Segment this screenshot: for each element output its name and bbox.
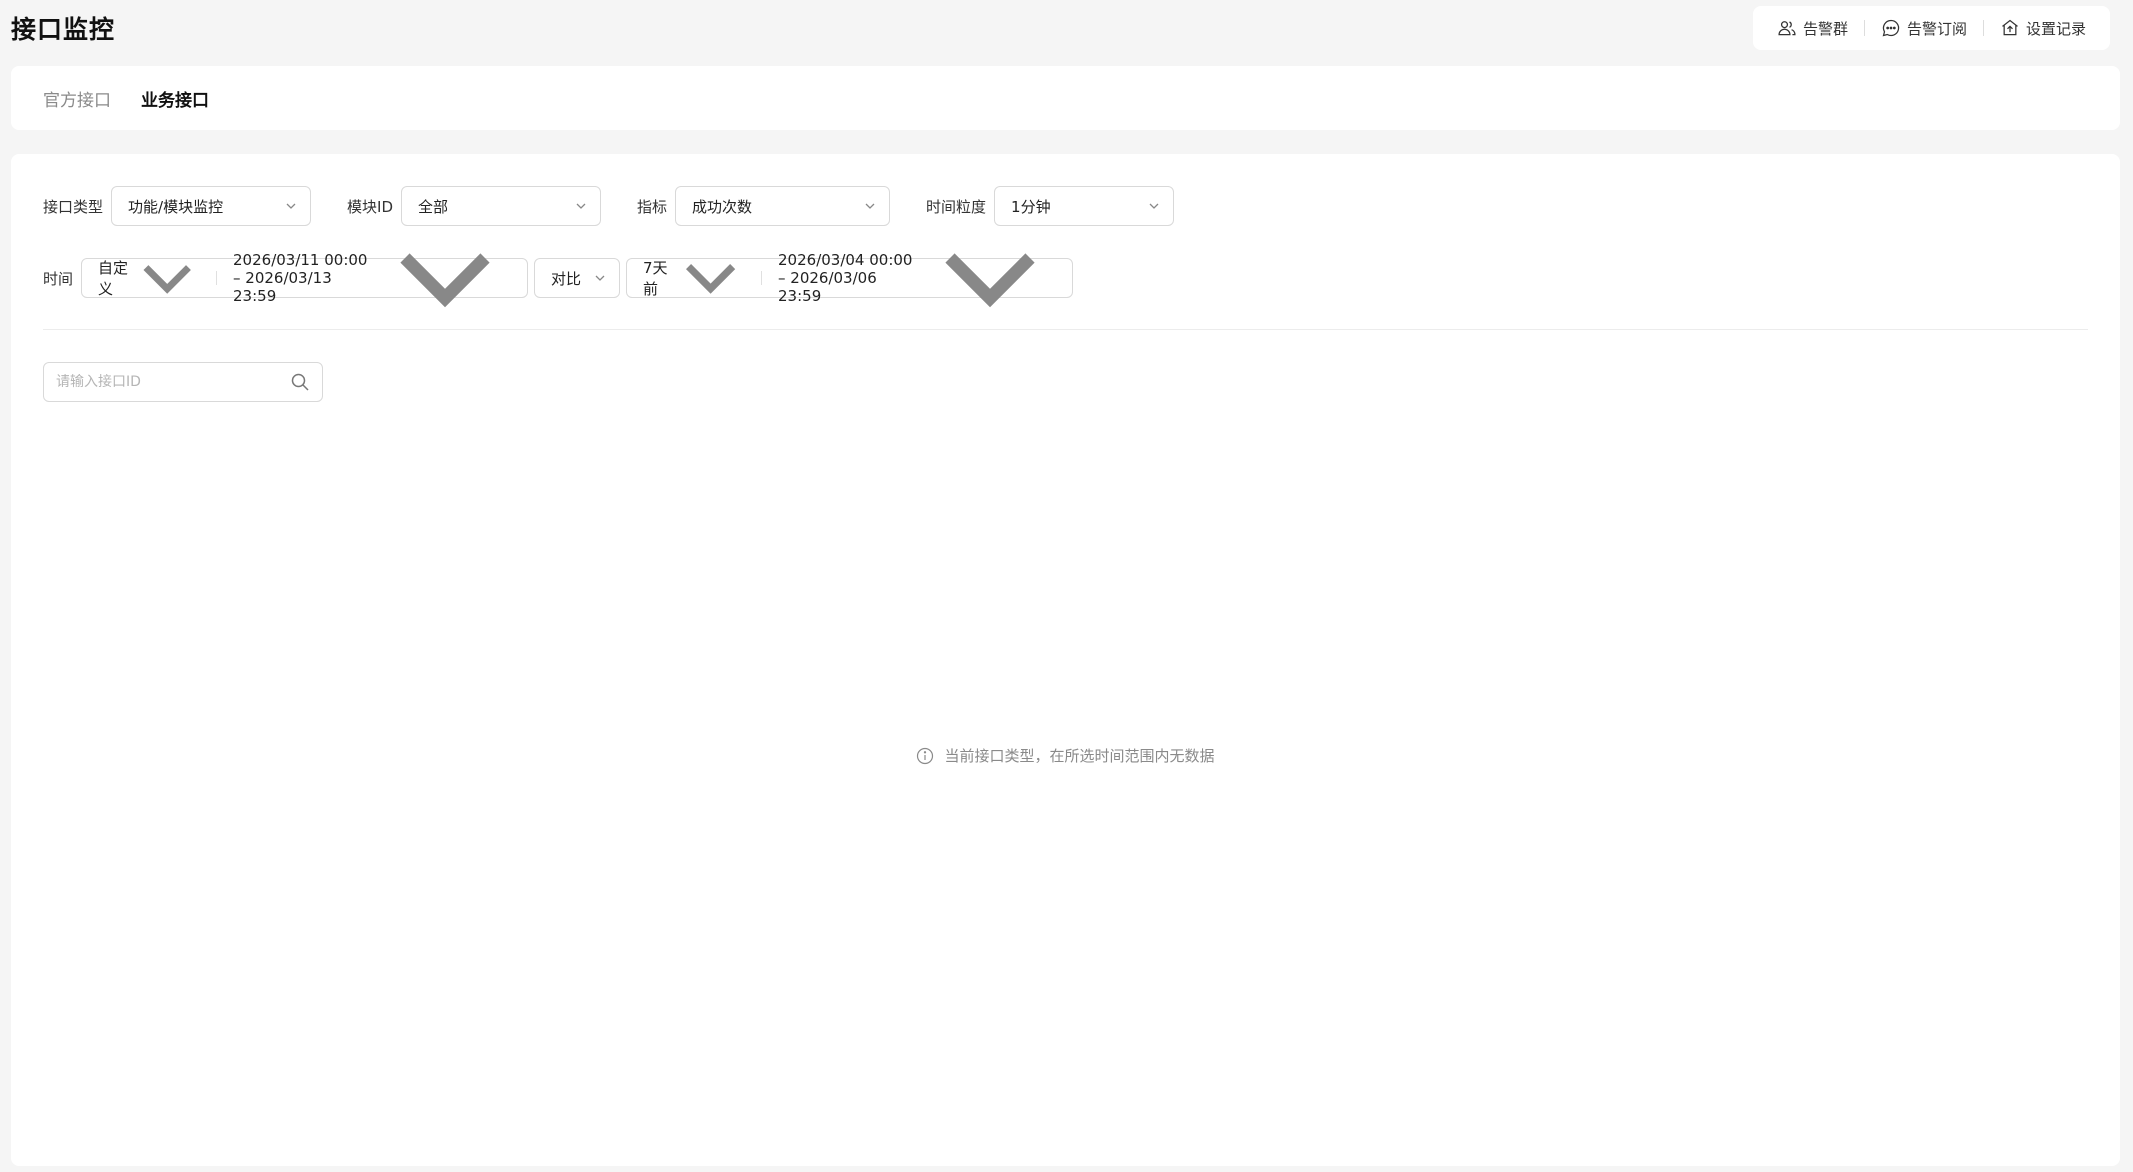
chevron-down-icon <box>865 203 875 209</box>
chevron-down-icon <box>286 203 296 209</box>
search-input[interactable] <box>56 374 290 390</box>
top-actions: 告警群 告警订阅 设置记录 <box>1752 6 2110 50</box>
metric-value: 成功次数 <box>692 197 753 216</box>
search-icon[interactable] <box>290 372 310 392</box>
time-range-value: 2026/03/11 00:00 – 2026/03/13 23:59 <box>233 251 368 305</box>
chevron-down-icon <box>400 253 490 308</box>
interface-type-select[interactable]: 功能/模块监控 <box>111 186 312 226</box>
compare-toggle-select[interactable]: 对比 <box>534 258 621 298</box>
section-divider <box>43 329 2088 330</box>
compare-range-picker: 7天前 2026/03/04 00:00 – 2026/03/06 23:59 <box>626 251 1074 308</box>
chat-icon <box>1882 19 1900 37</box>
alarm-subscribe-label: 告警订阅 <box>1906 19 1967 38</box>
upload-record-icon <box>2002 19 2018 36</box>
filter-row-time: 时间 自定义 2026/03/11 00:00 – 2026/03/13 23:… <box>43 251 1074 308</box>
chevron-down-icon <box>576 203 586 209</box>
chevron-down-icon <box>685 264 736 295</box>
chevron-down-icon <box>595 275 605 281</box>
time-range-picker: 自定义 2026/03/11 00:00 – 2026/03/13 23:59 <box>81 251 529 308</box>
compare-offset-select[interactable]: 7天前 <box>627 259 761 298</box>
action-divider <box>1982 20 1984 36</box>
alarm-subscribe-button[interactable]: 告警订阅 <box>1873 18 1975 39</box>
info-icon <box>917 747 934 764</box>
page-title: 接口监控 <box>11 15 116 44</box>
group-icon <box>1778 21 1796 36</box>
metric-select[interactable]: 成功次数 <box>675 186 891 226</box>
chevron-down-icon <box>945 253 1035 308</box>
interface-tabs: 官方接口 业务接口 <box>11 66 2120 130</box>
time-mode-select[interactable]: 自定义 <box>82 259 216 298</box>
chevron-down-icon <box>143 264 191 294</box>
empty-state-message: 当前接口类型，在所选时间范围内无数据 <box>944 747 1215 765</box>
top-bar: 接口监控 告警群 告警订阅 设置记录 <box>0 0 2133 56</box>
metric-label: 指标 <box>637 197 668 216</box>
interface-id-search <box>43 362 323 402</box>
compare-offset-value: 7天前 <box>643 259 668 298</box>
alarm-group-button[interactable]: 告警群 <box>1769 18 1856 39</box>
time-range-select[interactable]: 2026/03/11 00:00 – 2026/03/13 23:59 <box>217 251 527 308</box>
main-panel: 接口类型 功能/模块监控 模块ID 全部 指标 成功次数 时间粒度 1分钟 时间… <box>11 154 2120 1166</box>
settings-record-label: 设置记录 <box>2025 19 2086 38</box>
compare-range-select[interactable]: 2026/03/04 00:00 – 2026/03/06 23:59 <box>762 251 1072 308</box>
time-label: 时间 <box>43 269 74 288</box>
interface-type-label: 接口类型 <box>43 197 104 216</box>
tab-business-interface[interactable]: 业务接口 <box>141 86 209 111</box>
compare-range-value: 2026/03/04 00:00 – 2026/03/06 23:59 <box>778 251 913 305</box>
empty-state: 当前接口类型，在所选时间范围内无数据 <box>11 745 2120 766</box>
compare-mode-value: 对比 <box>551 269 582 288</box>
chevron-down-icon <box>1149 203 1159 209</box>
tab-official-interface[interactable]: 官方接口 <box>43 86 111 111</box>
alarm-group-label: 告警群 <box>1802 19 1848 38</box>
settings-record-button[interactable]: 设置记录 <box>1992 18 2094 39</box>
time-mode-value: 自定义 <box>98 259 129 298</box>
action-divider <box>1863 20 1865 36</box>
interface-type-value: 功能/模块监控 <box>128 197 224 216</box>
